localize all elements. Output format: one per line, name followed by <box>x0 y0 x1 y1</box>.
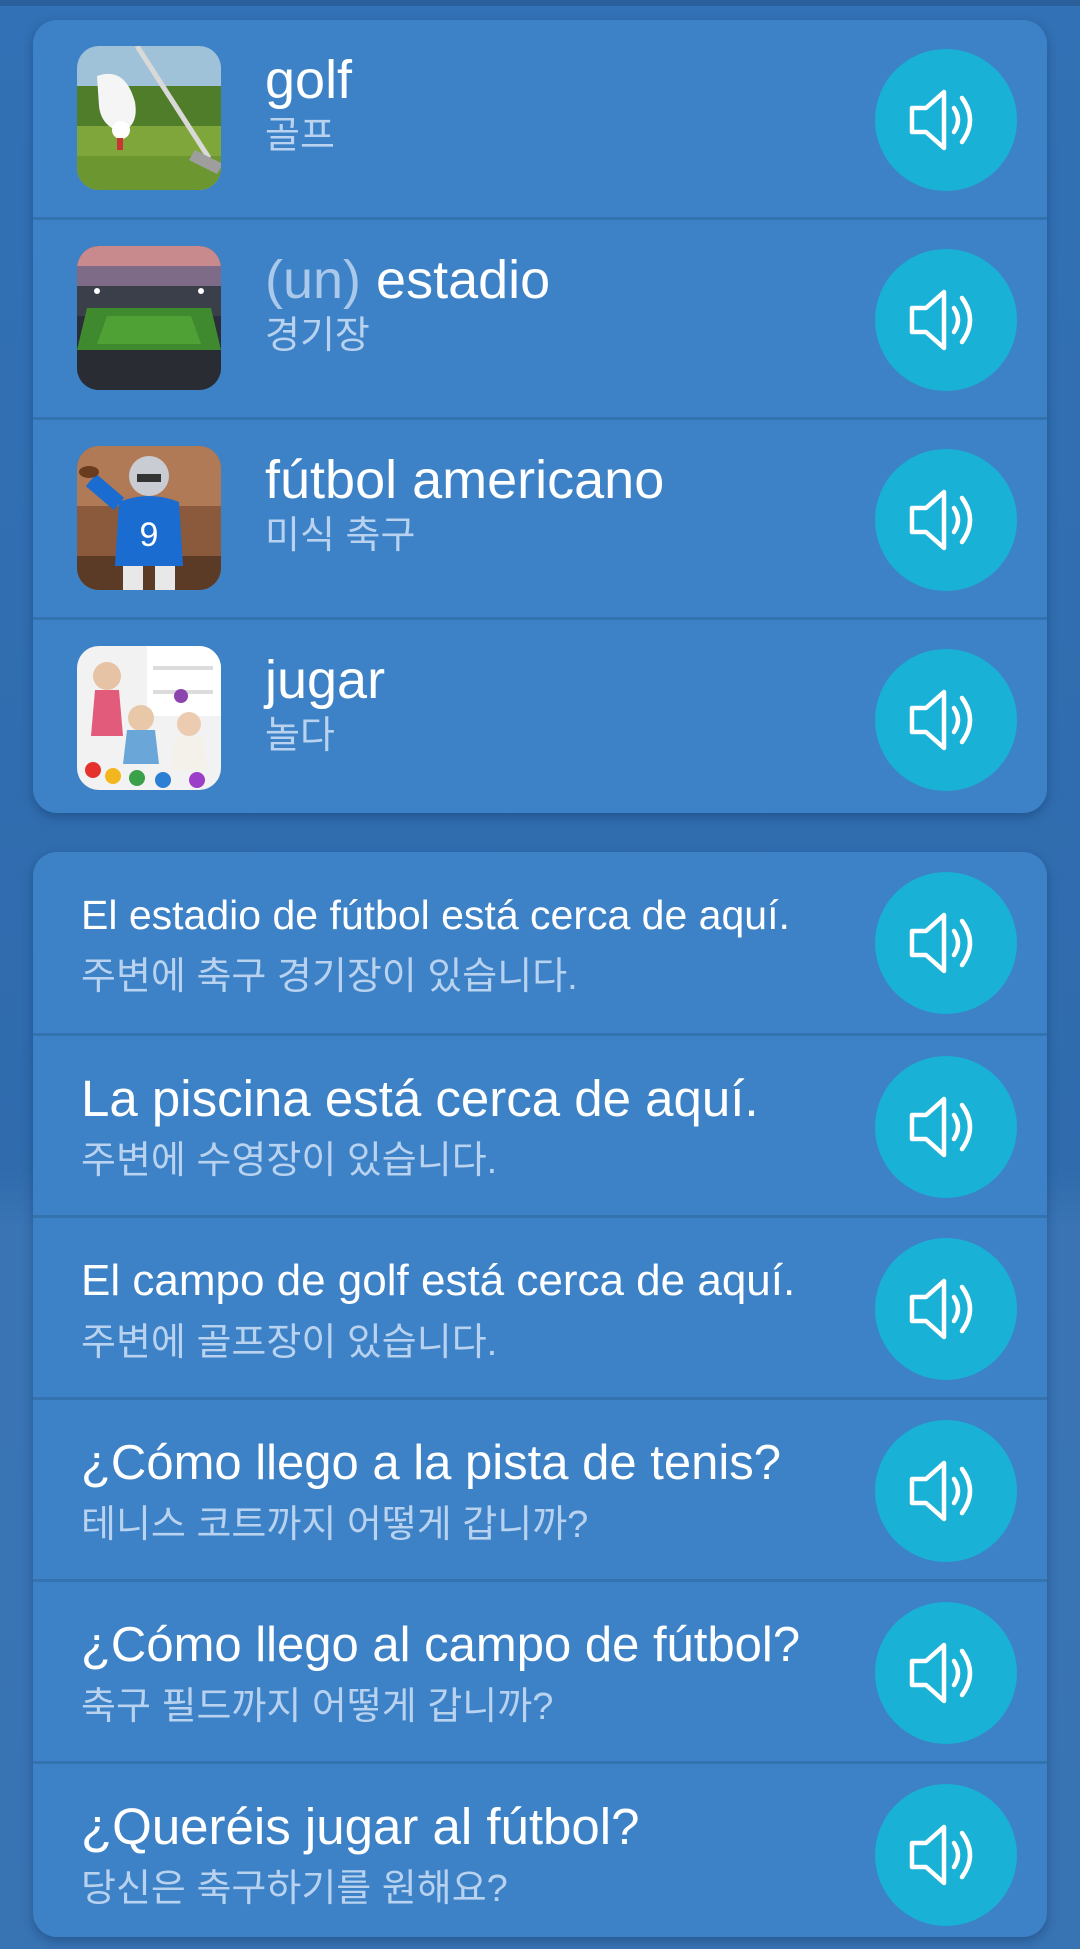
play-audio-button[interactable] <box>875 649 1017 791</box>
phrase-text: El estadio de fútbol está cerca de aquí. <box>81 892 790 938</box>
vocab-item-futbol-americano[interactable]: 9 fútbol americano 미식 축구 <box>33 417 1047 617</box>
play-audio-button[interactable] <box>875 49 1017 191</box>
play-audio-button[interactable] <box>875 1420 1017 1562</box>
children-playing-image <box>77 646 221 790</box>
phrase-text: ¿Cómo llego a la pista de tenis? <box>81 1436 781 1490</box>
phrase-translation: 주변에 골프장이 있습니다. <box>81 1322 498 1364</box>
speaker-icon <box>909 1278 973 1340</box>
vocab-item-estadio[interactable]: (un) estadio 경기장 <box>33 217 1047 417</box>
phrase-translation: 축구 필드까지 어떻게 갑니까? <box>81 1686 554 1728</box>
svg-text:9: 9 <box>140 516 159 554</box>
phrases-card: El estadio de fútbol está cerca de aquí.… <box>33 852 1047 1937</box>
speaker-icon <box>909 1642 973 1704</box>
play-audio-button[interactable] <box>875 249 1017 391</box>
play-audio-button[interactable] <box>875 1056 1017 1198</box>
play-audio-button[interactable] <box>875 1784 1017 1926</box>
play-audio-button[interactable] <box>875 1602 1017 1744</box>
stadium-image <box>77 246 221 390</box>
vocab-term: (un) estadio <box>265 250 551 310</box>
phrase-translation: 주변에 축구 경기장이 있습니다. <box>81 956 578 998</box>
speaker-icon <box>909 289 973 351</box>
vocab-translation: 경기장 <box>265 315 370 357</box>
phrase-item[interactable]: ¿Cómo llego a la pista de tenis? 테니스 코트까… <box>33 1397 1047 1579</box>
speaker-icon <box>909 1460 973 1522</box>
vocab-term: fútbol americano <box>265 450 665 510</box>
vocabulary-card: golf 골프 (un) estadio 경기장 9 fútbol americ… <box>33 20 1047 813</box>
speaker-icon <box>909 489 973 551</box>
american-football-image: 9 <box>77 446 221 590</box>
vocab-item-jugar[interactable]: jugar 놀다 <box>33 617 1047 813</box>
vocab-translation: 골프 <box>265 115 335 157</box>
play-audio-button[interactable] <box>875 1238 1017 1380</box>
vocab-term: jugar <box>265 650 386 710</box>
phrase-item[interactable]: La piscina está cerca de aquí. 주변에 수영장이 … <box>33 1033 1047 1215</box>
phrase-item[interactable]: El campo de golf está cerca de aquí. 주변에… <box>33 1215 1047 1397</box>
phrase-text: ¿Cómo llego al campo de fútbol? <box>81 1618 801 1672</box>
phrase-item[interactable]: ¿Queréis jugar al fútbol? 당신은 축구하기를 원해요? <box>33 1761 1047 1937</box>
phrase-translation: 테니스 코트까지 어떻게 갑니까? <box>81 1504 589 1546</box>
play-audio-button[interactable] <box>875 449 1017 591</box>
speaker-icon <box>909 1096 973 1158</box>
vocab-translation: 놀다 <box>265 715 335 757</box>
speaker-icon <box>909 89 973 151</box>
speaker-icon <box>909 689 973 751</box>
speaker-icon <box>909 1824 973 1886</box>
phrase-item[interactable]: El estadio de fútbol está cerca de aquí.… <box>33 852 1047 1034</box>
vocab-item-golf[interactable]: golf 골프 <box>33 20 1047 220</box>
phrase-item[interactable]: ¿Cómo llego al campo de fútbol? 축구 필드까지 … <box>33 1579 1047 1761</box>
vocab-translation: 미식 축구 <box>265 515 416 557</box>
golf-image <box>77 46 221 190</box>
phrase-text: ¿Queréis jugar al fútbol? <box>81 1798 640 1855</box>
phrase-text: El campo de golf está cerca de aquí. <box>81 1256 796 1305</box>
phrase-text: La piscina está cerca de aquí. <box>81 1070 759 1127</box>
top-edge <box>0 0 1080 6</box>
play-audio-button[interactable] <box>875 872 1017 1014</box>
phrase-translation: 주변에 수영장이 있습니다. <box>81 1140 498 1182</box>
phrase-translation: 당신은 축구하기를 원해요? <box>81 1868 508 1910</box>
vocab-term: golf <box>265 50 353 110</box>
speaker-icon <box>909 912 973 974</box>
